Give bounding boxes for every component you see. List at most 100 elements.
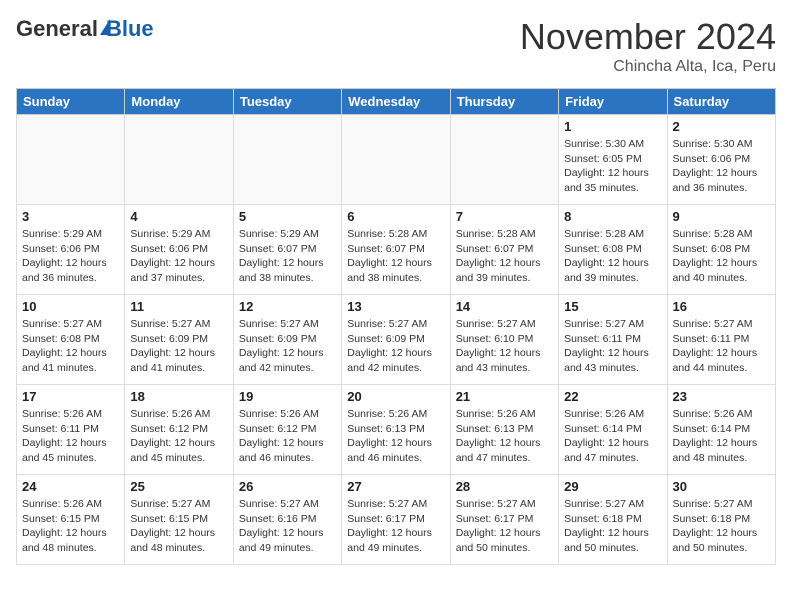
day-info: Sunrise: 5:27 AMSunset: 6:09 PMDaylight:… xyxy=(130,317,227,376)
calendar-cell: 11 Sunrise: 5:27 AMSunset: 6:09 PMDayligh… xyxy=(125,295,233,385)
day-info: Sunrise: 5:26 AMSunset: 6:13 PMDaylight:… xyxy=(347,407,444,466)
calendar-cell: 20Sunrise: 5:26 AMSunset: 6:13 PMDayligh… xyxy=(342,385,450,475)
day-info: Sunrise: 5:26 AMSunset: 6:14 PMDaylight:… xyxy=(564,407,661,466)
weekday-header-thursday: Thursday xyxy=(450,89,558,115)
day-number: 14 xyxy=(456,299,553,314)
day-number: 4 xyxy=(130,209,227,224)
day-info: Sunrise: 5:26 AMSunset: 6:13 PMDaylight:… xyxy=(456,407,553,466)
day-number: 27 xyxy=(347,479,444,494)
day-info: Sunrise: 5:27 AMSunset: 6:10 PMDaylight:… xyxy=(456,317,553,376)
day-info: Sunrise: 5:30 AMSunset: 6:05 PMDaylight:… xyxy=(564,137,661,196)
day-number: 29 xyxy=(564,479,661,494)
calendar-cell: 13 Sunrise: 5:27 AMSunset: 6:09 PMDayligh… xyxy=(342,295,450,385)
calendar-week-row: 1Sunrise: 5:30 AMSunset: 6:05 PMDaylight… xyxy=(17,115,776,205)
day-info: Sunrise: 5:27 AMSunset: 6:09 PMDaylight:… xyxy=(347,317,444,376)
calendar-cell: 8 Sunrise: 5:28 AMSunset: 6:08 PMDaylight… xyxy=(559,205,667,295)
day-number: 13 xyxy=(347,299,444,314)
calendar-cell: 6 Sunrise: 5:28 AMSunset: 6:07 PMDaylight… xyxy=(342,205,450,295)
weekday-header-monday: Monday xyxy=(125,89,233,115)
day-number: 28 xyxy=(456,479,553,494)
day-info: Sunrise: 5:28 AMSunset: 6:07 PMDaylight:… xyxy=(456,227,553,286)
day-info: Sunrise: 5:28 AMSunset: 6:08 PMDaylight:… xyxy=(673,227,770,286)
day-info: Sunrise: 5:27 AMSunset: 6:18 PMDaylight:… xyxy=(564,497,661,556)
day-info: Sunrise: 5:28 AMSunset: 6:08 PMDaylight:… xyxy=(564,227,661,286)
day-number: 11 xyxy=(130,299,227,314)
calendar-cell: 23 Sunrise: 5:26 AMSunset: 6:14 PMDayligh… xyxy=(667,385,775,475)
day-number: 21 xyxy=(456,389,553,404)
weekday-header-wednesday: Wednesday xyxy=(342,89,450,115)
day-number: 19 xyxy=(239,389,336,404)
calendar-cell: 12 Sunrise: 5:27 AMSunset: 6:09 PMDayligh… xyxy=(233,295,341,385)
day-number: 6 xyxy=(347,209,444,224)
calendar-cell xyxy=(233,115,341,205)
day-number: 15 xyxy=(564,299,661,314)
calendar-cell: 5Sunrise: 5:29 AMSunset: 6:07 PMDaylight… xyxy=(233,205,341,295)
title-section: November 2024 Chincha Alta, Ica, Peru xyxy=(520,16,776,76)
calendar-cell: 2Sunrise: 5:30 AMSunset: 6:06 PMDaylight… xyxy=(667,115,775,205)
day-info: Sunrise: 5:26 AMSunset: 6:12 PMDaylight:… xyxy=(239,407,336,466)
location: Chincha Alta, Ica, Peru xyxy=(520,58,776,76)
month-year: November 2024 xyxy=(520,16,776,58)
day-info: Sunrise: 5:27 AMSunset: 6:11 PMDaylight:… xyxy=(564,317,661,376)
day-info: Sunrise: 5:27 AMSunset: 6:17 PMDaylight:… xyxy=(456,497,553,556)
day-number: 22 xyxy=(564,389,661,404)
day-info: Sunrise: 5:27 AMSunset: 6:09 PMDaylight:… xyxy=(239,317,336,376)
calendar-cell: 25 Sunrise: 5:27 AMSunset: 6:15 PMDayligh… xyxy=(125,475,233,565)
calendar-cell: 14 Sunrise: 5:27 AMSunset: 6:10 PMDayligh… xyxy=(450,295,558,385)
logo: General Blue xyxy=(16,16,154,42)
day-info: Sunrise: 5:29 AMSunset: 6:07 PMDaylight:… xyxy=(239,227,336,286)
calendar-cell: 21 Sunrise: 5:26 AMSunset: 6:13 PMDayligh… xyxy=(450,385,558,475)
calendar-cell: 29 Sunrise: 5:27 AMSunset: 6:18 PMDayligh… xyxy=(559,475,667,565)
calendar-cell: 1Sunrise: 5:30 AMSunset: 6:05 PMDaylight… xyxy=(559,115,667,205)
calendar-cell: 9 Sunrise: 5:28 AMSunset: 6:08 PMDaylight… xyxy=(667,205,775,295)
weekday-header-friday: Friday xyxy=(559,89,667,115)
logo-blue: Blue xyxy=(106,16,154,42)
logo-text: General Blue xyxy=(16,16,154,42)
weekday-header-tuesday: Tuesday xyxy=(233,89,341,115)
calendar-week-row: 24 Sunrise: 5:26 AMSunset: 6:15 PMDayligh… xyxy=(17,475,776,565)
logo-icon xyxy=(100,19,110,35)
day-number: 23 xyxy=(673,389,770,404)
day-number: 12 xyxy=(239,299,336,314)
day-info: Sunrise: 5:26 AMSunset: 6:11 PMDaylight:… xyxy=(22,407,119,466)
calendar-week-row: 10 Sunrise: 5:27 AMSunset: 6:08 PMDayligh… xyxy=(17,295,776,385)
day-number: 16 xyxy=(673,299,770,314)
day-info: Sunrise: 5:30 AMSunset: 6:06 PMDaylight:… xyxy=(673,137,770,196)
day-info: Sunrise: 5:26 AMSunset: 6:14 PMDaylight:… xyxy=(673,407,770,466)
calendar-cell: 30 Sunrise: 5:27 AMSunset: 6:18 PMDayligh… xyxy=(667,475,775,565)
day-info: Sunrise: 5:27 AMSunset: 6:16 PMDaylight:… xyxy=(239,497,336,556)
day-info: Sunrise: 5:27 AMSunset: 6:17 PMDaylight:… xyxy=(347,497,444,556)
day-info: Sunrise: 5:26 AMSunset: 6:15 PMDaylight:… xyxy=(22,497,119,556)
page-header: General Blue November 2024 Chincha Alta,… xyxy=(16,16,776,76)
calendar-cell: 27 Sunrise: 5:27 AMSunset: 6:17 PMDayligh… xyxy=(342,475,450,565)
calendar-week-row: 3Sunrise: 5:29 AMSunset: 6:06 PMDaylight… xyxy=(17,205,776,295)
calendar-cell: 17Sunrise: 5:26 AMSunset: 6:11 PMDayligh… xyxy=(17,385,125,475)
day-info: Sunrise: 5:28 AMSunset: 6:07 PMDaylight:… xyxy=(347,227,444,286)
weekday-header-row: SundayMondayTuesdayWednesdayThursdayFrid… xyxy=(17,89,776,115)
calendar-cell: 16Sunrise: 5:27 AMSunset: 6:11 PMDayligh… xyxy=(667,295,775,385)
day-number: 30 xyxy=(673,479,770,494)
day-info: Sunrise: 5:27 AMSunset: 6:18 PMDaylight:… xyxy=(673,497,770,556)
calendar-cell: 18Sunrise: 5:26 AMSunset: 6:12 PMDayligh… xyxy=(125,385,233,475)
calendar-cell xyxy=(17,115,125,205)
day-number: 24 xyxy=(22,479,119,494)
calendar-cell: 28 Sunrise: 5:27 AMSunset: 6:17 PMDayligh… xyxy=(450,475,558,565)
calendar-cell: 19 Sunrise: 5:26 AMSunset: 6:12 PMDayligh… xyxy=(233,385,341,475)
calendar-cell: 3Sunrise: 5:29 AMSunset: 6:06 PMDaylight… xyxy=(17,205,125,295)
weekday-header-sunday: Sunday xyxy=(17,89,125,115)
day-number: 25 xyxy=(130,479,227,494)
calendar-week-row: 17Sunrise: 5:26 AMSunset: 6:11 PMDayligh… xyxy=(17,385,776,475)
day-number: 10 xyxy=(22,299,119,314)
day-info: Sunrise: 5:27 AMSunset: 6:08 PMDaylight:… xyxy=(22,317,119,376)
day-info: Sunrise: 5:27 AMSunset: 6:15 PMDaylight:… xyxy=(130,497,227,556)
day-number: 7 xyxy=(456,209,553,224)
calendar-cell: 4Sunrise: 5:29 AMSunset: 6:06 PMDaylight… xyxy=(125,205,233,295)
day-number: 8 xyxy=(564,209,661,224)
day-number: 9 xyxy=(673,209,770,224)
calendar-cell: 22 Sunrise: 5:26 AMSunset: 6:14 PMDayligh… xyxy=(559,385,667,475)
calendar-cell: 10 Sunrise: 5:27 AMSunset: 6:08 PMDayligh… xyxy=(17,295,125,385)
calendar-cell: 26Sunrise: 5:27 AMSunset: 6:16 PMDayligh… xyxy=(233,475,341,565)
calendar-cell xyxy=(342,115,450,205)
calendar-cell: 7 Sunrise: 5:28 AMSunset: 6:07 PMDaylight… xyxy=(450,205,558,295)
calendar-cell: 24 Sunrise: 5:26 AMSunset: 6:15 PMDayligh… xyxy=(17,475,125,565)
